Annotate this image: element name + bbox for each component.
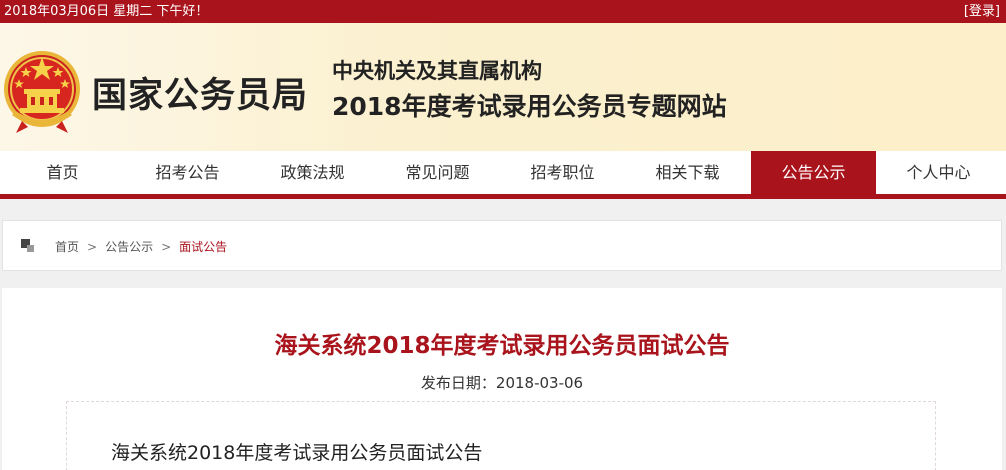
breadcrumb: 首页 > 公告公示 > 面试公告 — [2, 220, 1002, 271]
breadcrumb-home[interactable]: 首页 — [55, 240, 79, 254]
login-link[interactable]: [登录] — [964, 0, 1000, 23]
nav-item-recruitment-notices[interactable]: 招考公告 — [125, 151, 250, 194]
nav-item-policies[interactable]: 政策法规 — [250, 151, 375, 194]
nav-item-faq[interactable]: 常见问题 — [375, 151, 500, 194]
main-nav: 首页 招考公告 政策法规 常见问题 招考职位 相关下载 公告公示 个人中心 — [0, 151, 1006, 199]
article-body-title: 海关系统2018年度考试录用公务员面试公告 — [111, 442, 483, 464]
breadcrumb-trail: 首页 > 公告公示 > 面试公告 — [55, 238, 227, 255]
article-title: 海关系统2018年度考试录用公务员面试公告 — [274, 333, 730, 359]
breadcrumb-separator: > — [161, 240, 172, 254]
agency-name: 国家公务员局 — [92, 76, 309, 116]
site-subtitle-line2: 2018年度考试录用公务员专题网站 — [332, 92, 727, 121]
national-emblem-icon[interactable] — [2, 45, 82, 135]
article-panel: 海关系统2018年度考试录用公务员面试公告 发布日期：2018-03-06 海关… — [2, 288, 1002, 470]
article-body: 海关系统2018年度考试录用公务员面试公告 — [66, 401, 936, 470]
breadcrumb-interview-notice[interactable]: 面试公告 — [179, 240, 227, 254]
site-header: 国家公务员局 中央机关及其直属机构 2018年度考试录用公务员专题网站 — [0, 23, 1006, 151]
top-bar: 2018年03月06日 星期二 下午好！ [登录] — [0, 0, 1006, 23]
breadcrumb-separator: > — [87, 240, 98, 254]
publish-date: 发布日期：2018-03-06 — [420, 374, 584, 392]
nav-item-announcements[interactable]: 公告公示 — [751, 151, 876, 194]
date-greeting: 2018年03月06日 星期二 下午好！ — [4, 4, 209, 19]
breadcrumb-announcements[interactable]: 公告公示 — [105, 240, 153, 254]
nav-item-downloads[interactable]: 相关下载 — [625, 151, 750, 194]
nav-item-personal-center[interactable]: 个人中心 — [876, 151, 1001, 194]
site-subtitle-line1: 中央机关及其直属机构 — [332, 59, 542, 83]
nav-item-positions[interactable]: 招考职位 — [500, 151, 625, 194]
location-squares-icon — [21, 239, 34, 252]
nav-item-home[interactable]: 首页 — [0, 151, 125, 194]
